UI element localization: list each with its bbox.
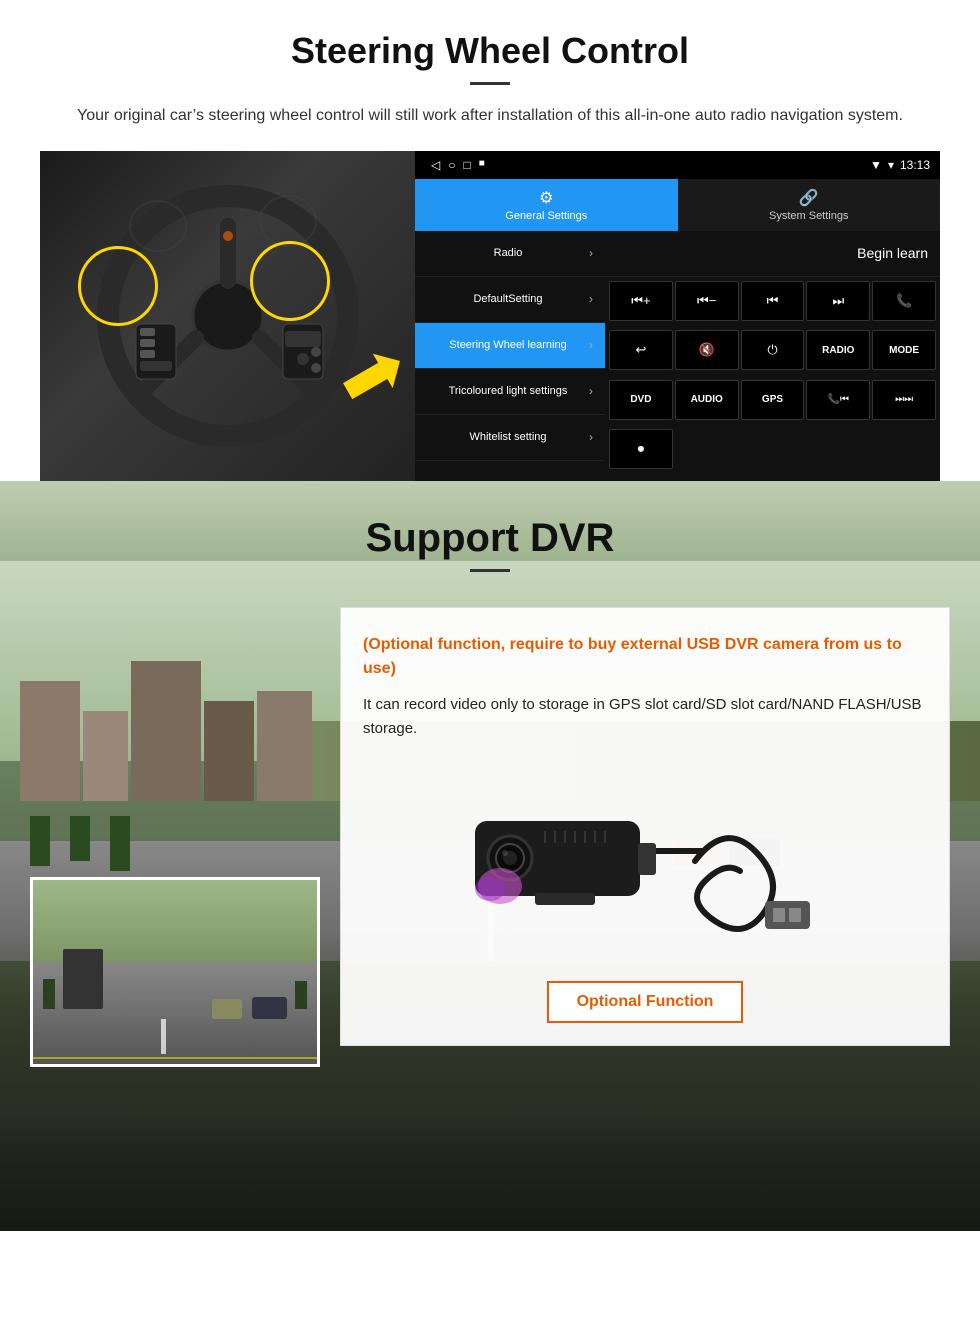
chevron-icon: › <box>589 292 593 306</box>
steering-subtitle: Your original car’s steering wheel contr… <box>40 103 940 129</box>
ctrl-radio[interactable]: RADIO <box>806 330 870 370</box>
status-time: 13:13 <box>900 158 930 172</box>
settings-tabs: ⚙ General Settings 🔗 System Settings <box>415 179 940 231</box>
dvr-info-card: (Optional function, require to buy exter… <box>340 607 950 1046</box>
ctrl-phone[interactable]: 📞 <box>872 281 936 321</box>
menu-right-panel: Begin learn ⏮+ ⏮− ⏮ ⏭ 📞 ↩ 🔇 ⏻ RADIO <box>605 231 940 481</box>
dvr-section: Support DVR (Opt <box>0 481 980 1231</box>
menu-item-tricoloured[interactable]: Tricoloured light settings › <box>415 369 605 415</box>
ctrl-next-next[interactable]: ⏭⏭ <box>872 380 936 420</box>
recents-nav-icon[interactable]: □ <box>463 158 470 172</box>
back-nav-icon[interactable]: ◁ <box>431 158 440 172</box>
menu-item-whitelist[interactable]: Whitelist setting › <box>415 415 605 461</box>
status-bar-right: ▼ ▾ 13:13 <box>870 158 930 172</box>
status-bar-nav: ◁ ○ □ ■ <box>431 158 485 172</box>
gear-icon: ⚙ <box>539 188 553 208</box>
ctrl-vol-up[interactable]: ⏮+ <box>609 281 673 321</box>
chevron-icon: › <box>589 246 593 260</box>
steering-section: Steering Wheel Control Your original car… <box>0 0 980 481</box>
dvr-camera-image <box>363 761 927 961</box>
wifi-icon: ▾ <box>888 158 894 172</box>
dvr-camera-svg <box>455 771 835 951</box>
ctrl-dvd[interactable]: DVD <box>609 380 673 420</box>
thumb-yellow-line <box>33 1057 317 1059</box>
steering-photo: ➡ <box>40 151 415 481</box>
thumb-tree <box>43 979 55 1009</box>
ctrl-vol-down[interactable]: ⏮− <box>675 281 739 321</box>
ctrl-mode[interactable]: MODE <box>872 330 936 370</box>
tab-system-label: System Settings <box>769 210 848 222</box>
ctrl-prev[interactable]: ⏮ <box>741 281 805 321</box>
dvr-optional-text: (Optional function, require to buy exter… <box>363 633 927 681</box>
home-nav-icon[interactable]: ○ <box>448 158 455 172</box>
menu-list: Radio › DefaultSetting › Steering Wheel … <box>415 231 605 481</box>
dvr-title-area: Support DVR <box>0 481 980 587</box>
ctrl-power[interactable]: ⏻ <box>741 330 805 370</box>
tab-system-settings[interactable]: 🔗 System Settings <box>678 179 941 231</box>
thumb-suv <box>63 949 103 1009</box>
rec-icon[interactable]: ■ <box>479 158 485 172</box>
thumb-tree-r <box>295 981 307 1009</box>
dvr-content: (Optional function, require to buy exter… <box>0 587 980 1187</box>
title-divider <box>470 82 510 85</box>
ctrl-next[interactable]: ⏭ <box>806 281 870 321</box>
begin-learn-row: Begin learn <box>605 231 940 277</box>
tab-general-label: General Settings <box>505 210 587 222</box>
thumb-car-1 <box>252 997 287 1019</box>
dvr-divider <box>470 569 510 572</box>
thumb-car-2 <box>212 999 242 1019</box>
ctrl-mute[interactable]: 🔇 <box>675 330 739 370</box>
steering-content: ➡ ◁ ○ □ ■ ▼ ▾ 13:13 ⚙ <box>40 151 940 481</box>
menu-item-default[interactable]: DefaultSetting › <box>415 277 605 323</box>
dvr-thumb-container <box>30 877 320 1067</box>
chevron-icon: › <box>589 430 593 444</box>
chevron-icon: › <box>589 384 593 398</box>
ctrl-rec[interactable]: ⏺ <box>609 429 673 469</box>
thumb-lane-1 <box>161 1019 166 1054</box>
android-panel: ◁ ○ □ ■ ▼ ▾ 13:13 ⚙ General Settings <box>415 151 940 481</box>
tab-general-settings[interactable]: ⚙ General Settings <box>415 179 678 231</box>
menu-item-radio[interactable]: Radio › <box>415 231 605 277</box>
menu-item-steering-learning[interactable]: Steering Wheel learning › <box>415 323 605 369</box>
dvr-description: It can record video only to storage in G… <box>363 693 927 741</box>
link-icon: 🔗 <box>799 188 819 208</box>
optional-function-button[interactable]: Optional Function <box>547 981 744 1023</box>
steering-title: Steering Wheel Control <box>40 30 940 72</box>
android-status-bar: ◁ ○ □ ■ ▼ ▾ 13:13 <box>415 151 940 179</box>
ctrl-back[interactable]: ↩ <box>609 330 673 370</box>
yellow-circle-left <box>78 246 158 326</box>
dvr-thumbnail <box>30 877 320 1067</box>
ctrl-audio[interactable]: AUDIO <box>675 380 739 420</box>
ctrl-phone-prev[interactable]: 📞⏮ <box>806 380 870 420</box>
dvr-title: Support DVR <box>0 516 980 561</box>
menu-area: Radio › DefaultSetting › Steering Wheel … <box>415 231 940 481</box>
chevron-icon: › <box>589 338 593 352</box>
signal-icon: ▼ <box>870 158 882 172</box>
yellow-circle-right <box>250 241 330 321</box>
control-grid: ⏮+ ⏮− ⏮ ⏭ 📞 ↩ 🔇 ⏻ RADIO MODE DVD AUDIO <box>605 277 940 481</box>
ctrl-gps[interactable]: GPS <box>741 380 805 420</box>
begin-learn-button[interactable]: Begin learn <box>857 245 928 261</box>
